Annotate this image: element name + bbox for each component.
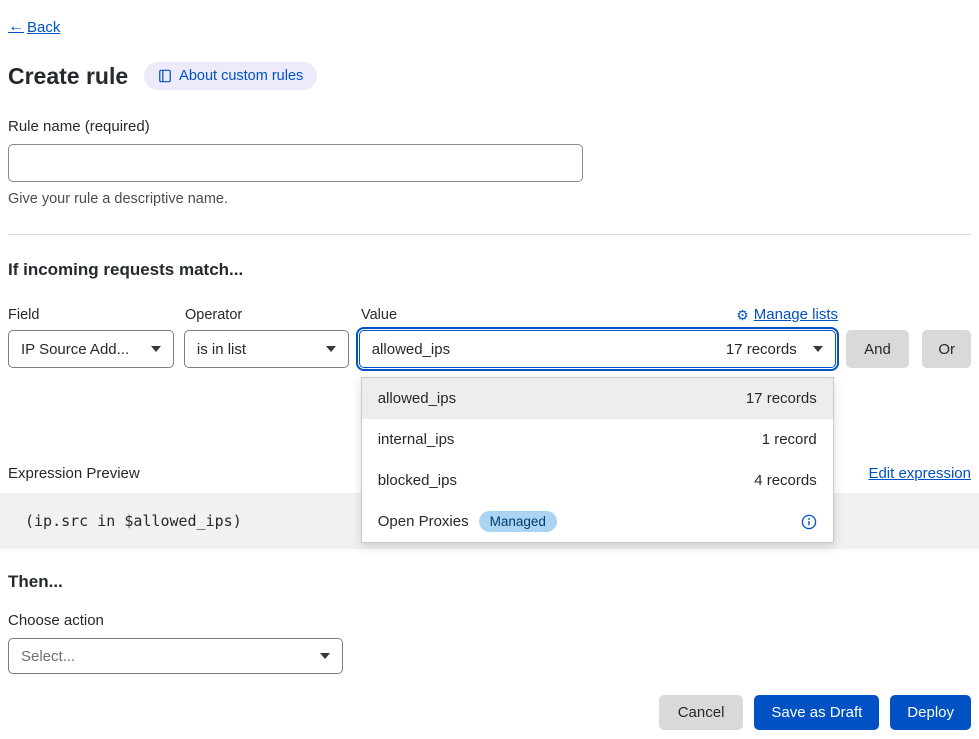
about-custom-rules-link[interactable]: About custom rules	[144, 62, 317, 90]
match-labels-row: Field Operator Value ⚙ Manage lists	[8, 306, 971, 323]
expression-preview-label: Expression Preview	[8, 465, 140, 482]
value-select-wrapper: allowed_ips 17 records allowed_ips 17 re…	[359, 330, 836, 368]
field-label: Field	[8, 307, 185, 323]
list-option-allowed-ips[interactable]: allowed_ips 17 records	[362, 378, 833, 419]
choose-action-label: Choose action	[8, 612, 971, 629]
field-select[interactable]: IP Source Add...	[8, 330, 174, 368]
value-select-records: 17 records	[726, 341, 797, 358]
list-option-records: 17 records	[746, 390, 817, 407]
match-heading: If incoming requests match...	[8, 260, 971, 280]
field-select-value: IP Source Add...	[21, 341, 129, 358]
manage-lists-label: Manage lists	[754, 306, 838, 323]
gear-icon: ⚙	[736, 308, 749, 322]
rule-name-input[interactable]	[8, 144, 583, 182]
then-heading: Then...	[8, 572, 971, 592]
list-option-open-proxies[interactable]: Open Proxies Managed	[362, 501, 833, 542]
managed-badge: Managed	[479, 511, 557, 532]
list-dropdown-menu: allowed_ips 17 records internal_ips 1 re…	[361, 377, 834, 543]
list-option-records: 1 record	[762, 431, 817, 448]
manage-lists-link[interactable]: ⚙ Manage lists	[736, 306, 838, 323]
list-option-name: blocked_ips	[378, 472, 457, 489]
list-option-name: internal_ips	[378, 431, 455, 448]
list-option-name: allowed_ips	[378, 390, 456, 407]
list-option-records: 4 records	[754, 472, 817, 489]
list-option-blocked-ips[interactable]: blocked_ips 4 records	[362, 460, 833, 501]
operator-select[interactable]: is in list	[184, 330, 349, 368]
value-select[interactable]: allowed_ips 17 records	[359, 330, 836, 368]
or-button[interactable]: Or	[922, 330, 971, 368]
back-label: Back	[27, 19, 60, 36]
back-link[interactable]: ←Back	[8, 18, 60, 36]
rule-name-helper: Give your rule a descriptive name.	[8, 191, 971, 207]
edit-expression-link[interactable]: Edit expression	[868, 465, 971, 482]
operator-label: Operator	[185, 307, 361, 323]
chevron-down-icon	[326, 346, 336, 352]
deploy-button[interactable]: Deploy	[890, 695, 971, 730]
docs-icon	[158, 69, 172, 83]
chevron-down-icon	[320, 653, 330, 659]
info-icon[interactable]	[801, 514, 817, 530]
list-option-name: Open Proxies	[378, 513, 469, 530]
chevron-down-icon	[151, 346, 161, 352]
rule-name-label: Rule name (required)	[8, 118, 971, 135]
action-select-placeholder: Select...	[21, 648, 75, 665]
title-row: Create rule About custom rules	[8, 62, 971, 90]
section-divider	[8, 234, 971, 235]
create-rule-page: ←Back Create rule About custom rules Rul…	[0, 0, 979, 730]
operator-select-value: is in list	[197, 341, 246, 358]
action-select[interactable]: Select...	[8, 638, 343, 674]
page-title: Create rule	[8, 63, 128, 90]
and-button[interactable]: And	[846, 330, 910, 368]
back-arrow-icon: ←	[8, 18, 24, 36]
save-as-draft-button[interactable]: Save as Draft	[754, 695, 879, 730]
about-badge-label: About custom rules	[179, 68, 303, 84]
list-option-internal-ips[interactable]: internal_ips 1 record	[362, 419, 833, 460]
match-controls-row: IP Source Add... is in list allowed_ips …	[8, 330, 971, 368]
value-select-value: allowed_ips	[372, 341, 450, 358]
cancel-button[interactable]: Cancel	[659, 695, 744, 730]
chevron-down-icon	[813, 346, 823, 352]
value-label: Value	[361, 307, 397, 323]
footer-actions: Cancel Save as Draft Deploy	[8, 695, 971, 730]
